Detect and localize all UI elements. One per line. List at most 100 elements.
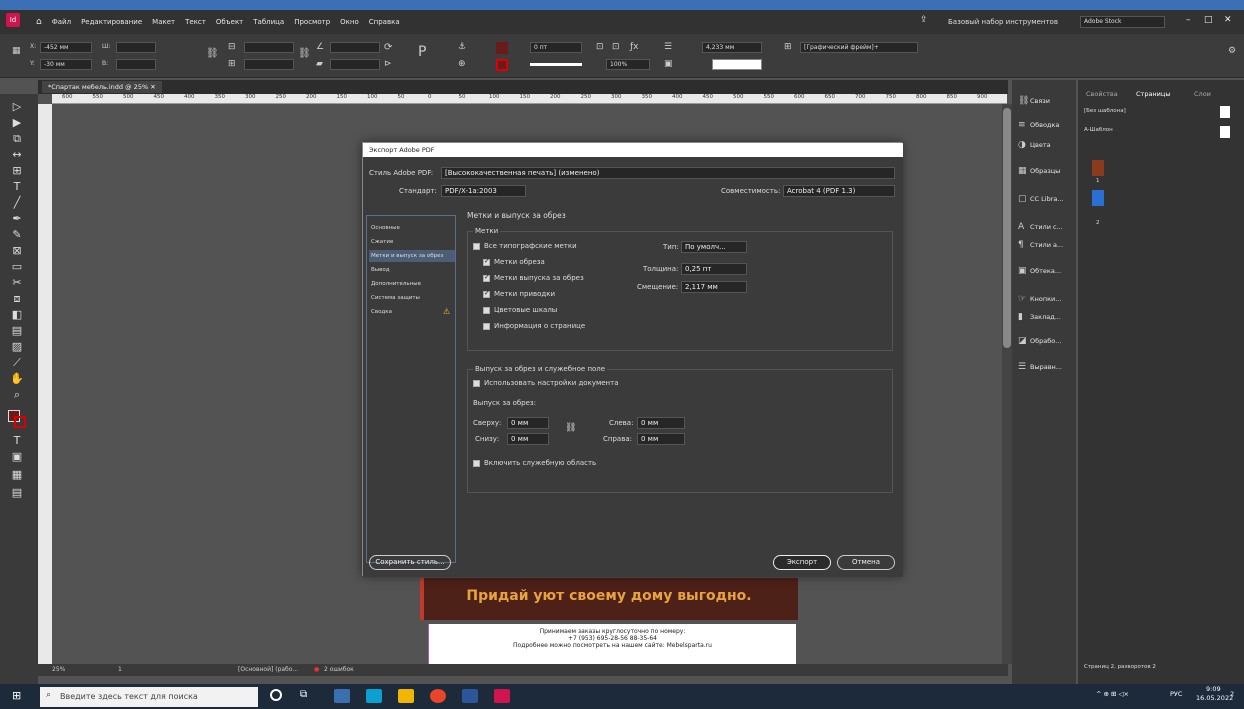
stock-search-input[interactable]: Adobe Stock bbox=[1080, 16, 1165, 28]
menu-help[interactable]: Справка bbox=[369, 18, 400, 26]
gap-tool-icon[interactable]: ↔ bbox=[9, 148, 25, 162]
formatting-affects-icon[interactable]: T bbox=[9, 434, 25, 448]
scale-y-field[interactable] bbox=[244, 59, 294, 70]
object-style-select[interactable]: [Графический фрейм]+ bbox=[800, 42, 918, 53]
opacity-field[interactable]: 100% bbox=[606, 59, 650, 70]
link-bleed-icon[interactable]: ⛓ bbox=[565, 423, 576, 433]
explorer-icon[interactable] bbox=[398, 689, 414, 703]
menu-window[interactable]: Окно bbox=[340, 18, 359, 26]
close-button[interactable]: ✕ bbox=[1224, 15, 1232, 25]
flip-horizontal-icon[interactable]: ⊳ bbox=[384, 59, 392, 69]
color-bars-box[interactable] bbox=[483, 306, 490, 314]
taskbar-search[interactable]: Введите здесь текст для поиска bbox=[40, 687, 258, 707]
panel-char-styles[interactable]: A Стили с... bbox=[1018, 218, 1074, 236]
corner-shape-preview[interactable] bbox=[712, 59, 762, 70]
fill-swatch[interactable] bbox=[496, 42, 508, 54]
content-collector-icon[interactable]: ⊞ bbox=[9, 164, 25, 178]
home-icon[interactable]: ⌂ bbox=[36, 17, 42, 27]
master-a-thumb[interactable] bbox=[1220, 126, 1230, 138]
zoom-level[interactable]: 25% bbox=[52, 664, 65, 676]
constrain-scale-icon[interactable]: ⛓ bbox=[298, 48, 311, 59]
minimize-button[interactable]: – bbox=[1186, 15, 1191, 25]
panel-align[interactable]: ☰ Выравн... bbox=[1018, 358, 1074, 376]
close-tab-icon[interactable]: ✕ bbox=[150, 83, 155, 91]
share-icon[interactable]: ⇪ bbox=[920, 15, 928, 25]
stroke-type-preview[interactable] bbox=[530, 63, 582, 66]
reference-point-icon[interactable]: ▦ bbox=[12, 46, 21, 56]
gradient-swatch-tool-icon[interactable]: ◧ bbox=[9, 308, 25, 322]
pen-tool-icon[interactable]: ✒ bbox=[9, 212, 25, 226]
master-none-thumb[interactable] bbox=[1220, 106, 1230, 118]
right-field[interactable]: 0 мм bbox=[637, 433, 685, 445]
panel-stroke[interactable]: ≡ Обводка bbox=[1018, 116, 1074, 134]
tab-pages[interactable]: Страницы bbox=[1136, 90, 1170, 98]
chrome-icon[interactable] bbox=[430, 689, 446, 703]
fx-icon[interactable]: ƒx bbox=[630, 42, 639, 52]
color-theme-tool-icon[interactable]: ▨ bbox=[9, 340, 25, 354]
bleed-box[interactable] bbox=[483, 273, 490, 282]
tray-icons[interactable]: ^ ⊕ ⊞ ◁× bbox=[1096, 690, 1129, 698]
cortana-icon[interactable] bbox=[270, 689, 282, 701]
compat-select[interactable]: Acrobat 4 (PDF 1.3) bbox=[783, 185, 895, 197]
menu-layout[interactable]: Макет bbox=[152, 18, 175, 26]
panel-cc-libraries[interactable]: ▢ CC Libra... bbox=[1018, 190, 1074, 208]
clock-time[interactable]: 9:09 bbox=[1206, 685, 1221, 693]
nav-advanced[interactable]: Дополнительные bbox=[369, 278, 455, 290]
use-doc-box[interactable] bbox=[473, 379, 480, 387]
menu-type[interactable]: Текст bbox=[185, 18, 206, 26]
menu-view[interactable]: Просмотр bbox=[294, 18, 330, 26]
use-doc-checkbox[interactable]: Использовать настройки документа bbox=[473, 379, 619, 387]
clock-date[interactable]: 16.05.2022 bbox=[1196, 694, 1233, 702]
stroke-weight-field[interactable]: 0 пт bbox=[530, 42, 582, 53]
menu-object[interactable]: Объект bbox=[216, 18, 243, 26]
bottom-field[interactable]: 0 мм bbox=[507, 433, 549, 445]
document-tab[interactable]: *Спартак мебель.indd @ 25% ✕ bbox=[42, 81, 162, 93]
maximize-button[interactable]: □ bbox=[1204, 15, 1213, 25]
constrain-link-icon[interactable]: ⛓ bbox=[206, 48, 219, 59]
rectangle-frame-tool-icon[interactable]: ⊠ bbox=[9, 244, 25, 258]
page-number-field[interactable]: 1 bbox=[118, 664, 122, 676]
panel-buttons[interactable]: ☞ Кнопки... bbox=[1018, 290, 1074, 308]
menu-table[interactable]: Таблица bbox=[253, 18, 284, 26]
page-info-checkbox[interactable]: Информация о странице bbox=[483, 322, 585, 330]
pdf-style-select[interactable]: [Высококачественная печать] (изменено) bbox=[441, 167, 895, 179]
nav-general[interactable]: Основные bbox=[369, 222, 455, 234]
error-count[interactable]: 2 ошибок bbox=[324, 664, 354, 676]
nav-output[interactable]: Вывод bbox=[369, 264, 455, 276]
scissors-tool-icon[interactable]: ✂ bbox=[9, 276, 25, 290]
left-field[interactable]: 0 мм bbox=[637, 417, 685, 429]
panel-color[interactable]: ◑ Цвета bbox=[1018, 136, 1074, 154]
reg-marks-checkbox[interactable]: Метки приводки bbox=[483, 289, 555, 298]
pencil-tool-icon[interactable]: ✎ bbox=[9, 228, 25, 242]
select-container-icon[interactable]: ⚓ bbox=[458, 42, 466, 52]
scale-y-icon[interactable]: ⊞ bbox=[228, 59, 236, 69]
panel-swatches[interactable]: ▦ Образцы bbox=[1018, 162, 1074, 180]
menu-edit[interactable]: Редактирование bbox=[81, 18, 142, 26]
view-mode-icon[interactable]: ▦ bbox=[9, 468, 25, 482]
master-none[interactable]: [Без шаблона] bbox=[1084, 108, 1126, 114]
fit-content-icon[interactable]: ⊡ bbox=[612, 42, 620, 52]
language-indicator[interactable]: РУС bbox=[1170, 690, 1182, 698]
reg-box[interactable] bbox=[483, 289, 490, 298]
panel-links[interactable]: ⛓Связи bbox=[1018, 92, 1074, 110]
top-field[interactable]: 0 мм bbox=[507, 417, 549, 429]
rotate-field[interactable] bbox=[330, 42, 380, 53]
crop-box[interactable] bbox=[483, 257, 490, 266]
text-wrap-icon[interactable]: ☰ bbox=[664, 42, 672, 52]
note-tool-icon[interactable]: ▤ bbox=[9, 324, 25, 338]
rotate-icon[interactable]: ∠ bbox=[316, 42, 324, 52]
export-button[interactable]: Экспорт bbox=[773, 555, 831, 570]
page-info-box[interactable] bbox=[483, 322, 490, 330]
master-a[interactable]: A-Шаблон bbox=[1084, 127, 1113, 133]
preflight-profile[interactable]: [Основной] (рабо... bbox=[238, 664, 298, 676]
apply-color-icon[interactable]: ▣ bbox=[9, 450, 25, 464]
type-tool-icon[interactable]: T bbox=[9, 180, 25, 194]
selection-tool-icon[interactable]: ▷ bbox=[9, 100, 25, 114]
frame-fitting-icon[interactable]: ⊡ bbox=[596, 42, 604, 52]
page-2-thumb[interactable] bbox=[1092, 190, 1104, 206]
tab-layers[interactable]: Слои bbox=[1194, 90, 1211, 98]
indesign-taskbar-icon[interactable] bbox=[494, 689, 510, 703]
nav-marks-bleeds[interactable]: Метки и выпуск за обрез bbox=[369, 250, 455, 262]
color-bars-checkbox[interactable]: Цветовые шкалы bbox=[483, 306, 557, 314]
width-field[interactable] bbox=[116, 42, 156, 53]
